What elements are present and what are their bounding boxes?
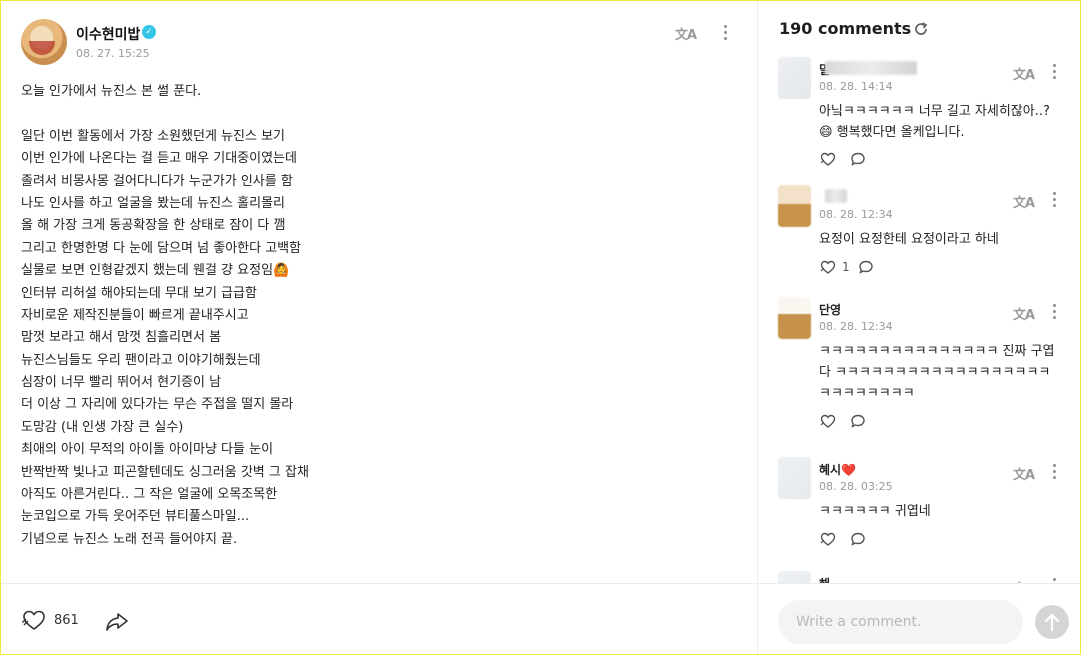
commenter-avatar[interactable]	[778, 185, 811, 227]
share-icon[interactable]	[104, 609, 130, 633]
post-body-line: 아직도 아른거린다.. 그 작은 얼굴에 오목조목한	[21, 487, 278, 503]
translate-icon[interactable]: 文A	[1013, 64, 1035, 83]
more-vertical-icon[interactable]	[1050, 304, 1058, 322]
commenter-avatar[interactable]	[778, 297, 811, 339]
reply-icon[interactable]	[858, 259, 874, 275]
translate-icon[interactable]: 文A	[1013, 192, 1035, 211]
reply-icon[interactable]	[850, 151, 866, 167]
commenter-name[interactable]: 혜시❤️	[819, 459, 919, 477]
post-body-line: 맘껏 보라고 해서 맘껏 침흘리면서 봄	[21, 330, 222, 346]
comment-item: 밀 08. 28. 14:14 아닠ㅋㅋㅋㅋㅋㅋ 너무 길고 자세히잖아..? …	[759, 53, 1080, 179]
heart-icon[interactable]	[819, 151, 837, 167]
commenter-avatar[interactable]	[778, 571, 811, 583]
comment-text: 아닠ㅋㅋㅋㅋㅋㅋ 너무 길고 자세히잖아..? 😄 행복했다면 올케입니다.	[819, 104, 1050, 140]
post-body-line: 기념으로 뉴진스 노래 전곡 들어야지 끝.	[21, 531, 238, 547]
name-blur-mask	[825, 189, 847, 203]
comment-date: 08. 28. 03:25	[819, 480, 893, 493]
heart-icon[interactable]	[819, 259, 837, 275]
post-body-line: 도망감 (내 인생 가장 큰 실수)	[21, 419, 184, 435]
translate-icon[interactable]: 文A	[1013, 304, 1035, 323]
reply-icon[interactable]	[850, 413, 866, 429]
post-body-line: 반짝반짝 빛나고 피곤할텐데도 싱그러움 갓벽 그 잡채	[21, 464, 309, 480]
author-avatar[interactable]	[21, 19, 67, 65]
post-body-line: 올 해 가장 크게 동공확장을 한 상태로 잠이 다 깸	[21, 218, 286, 234]
comment-actions	[819, 531, 919, 551]
comment-date: 08. 28. 12:34	[819, 320, 893, 333]
post-body-line: 이번 인가에 나온다는 걸 듣고 매우 기대중이였는데	[21, 151, 297, 167]
more-vertical-icon[interactable]	[1050, 64, 1058, 82]
post-body-line: 졸려서 비몽사몽 걸어다니다가 누군가가 인사를 함	[21, 173, 293, 189]
comment-actions	[819, 413, 919, 433]
reply-icon[interactable]	[850, 531, 866, 547]
comment-item: 단영 08. 28. 12:34 ㅋㅋㅋㅋㅋㅋㅋㅋㅋㅋㅋㅋㅋㅋㅋ 진짜 구엽다 …	[759, 293, 1080, 441]
commenter-name[interactable]: 단영	[819, 299, 919, 317]
heart-icon[interactable]	[819, 531, 837, 547]
more-vertical-icon[interactable]	[1050, 192, 1058, 210]
comment-item: 08. 28. 12:34 요정이 요정한테 요정이라고 하네 文A 1	[759, 181, 1080, 287]
post-panel: 이수현미밥 ✓ 08. 27. 15:25 文A 오늘 인가에서 뉴진스 본 썰…	[1, 1, 758, 654]
post-footer: 861	[1, 583, 758, 654]
post-body-line: 자비로운 제작진분들이 빠르게 끝내주시고	[21, 307, 249, 323]
post-body-line: 인터뷰 리허설 해야되는데 무대 보기 급급함	[21, 285, 257, 301]
commenter-name[interactable]: 밀	[819, 59, 919, 77]
comment-input[interactable]	[778, 600, 1023, 644]
commenter-avatar[interactable]	[778, 57, 811, 99]
post-body-line: 최애의 아이 무적의 아이돌 아이마냥 다들 눈이	[21, 442, 274, 458]
post-body-line: 뉴진스님들도 우리 팬이라고 이야기해줬는데	[21, 352, 261, 368]
comments-count-header: 190 comments	[779, 19, 912, 38]
comment-actions: 1	[819, 259, 919, 279]
post-body: 오늘 인가에서 뉴진스 본 썰 푼다. 일단 이번 활동에서 가장 소원했던게 뉴…	[21, 81, 721, 551]
post-author-row: 이수현미밥 ✓ 08. 27. 15:25 文A	[21, 19, 741, 67]
refresh-icon[interactable]	[913, 21, 929, 37]
comment-like-count: 1	[842, 260, 850, 274]
post-body-line: 그리고 한명한명 다 눈에 담으며 넘 좋아한다 고백함	[21, 240, 302, 256]
commenter-avatar[interactable]	[778, 457, 811, 499]
translate-icon[interactable]: 文A	[675, 24, 697, 43]
verified-badge-icon: ✓	[142, 25, 156, 39]
comment-date: 08. 28. 12:34	[819, 208, 893, 221]
comment-text: ㅋㅋㅋㅋㅋㅋ 귀엽네	[819, 504, 931, 519]
arrow-up-icon	[1044, 613, 1060, 632]
translate-icon[interactable]: 文A	[1013, 464, 1035, 483]
post-body-line: 오늘 인가에서 뉴진스 본 썰 푼다.	[21, 84, 202, 99]
commenter-name[interactable]: 해	[819, 573, 919, 583]
post-body-line: 일단 이번 활동에서 가장 소원했던게 뉴진스 보기	[21, 128, 285, 144]
comment-text: 요정이 요정한테 요정이라고 하네	[819, 232, 999, 247]
name-blur-mask	[825, 61, 917, 75]
comments-panel: 190 comments 밀 08. 28. 14:14 아닠ㅋㅋㅋㅋㅋㅋ 너무…	[759, 1, 1080, 654]
heart-icon[interactable]	[819, 413, 837, 429]
commenter-name-text: 단영	[819, 303, 842, 317]
more-vertical-icon[interactable]	[1050, 464, 1058, 482]
post-body-line: 눈코입으로 가득 웃어주던 뷰티풀스마일...	[21, 509, 250, 525]
like-count: 861	[54, 613, 79, 628]
post-body-line: 심장이 너무 빨리 뛰어서 현기증이 남	[21, 375, 222, 391]
comment-list[interactable]: 밀 08. 28. 14:14 아닠ㅋㅋㅋㅋㅋㅋ 너무 길고 자세히잖아..? …	[759, 53, 1080, 583]
commenter-name-text: 혜시❤️	[819, 463, 857, 477]
commenter-name[interactable]	[819, 187, 919, 203]
post-body-line: 더 이상 그 자리에 있다가는 무슨 주접을 떨지 몰라	[21, 397, 294, 413]
author-name[interactable]: 이수현미밥	[76, 24, 140, 44]
comment-item: 해 文A	[759, 567, 1080, 583]
post-body-line: 나도 인사를 하고 얼굴을 봤는데 뉴진스 홀리몰리	[21, 195, 285, 211]
post-date: 08. 27. 15:25	[76, 47, 150, 60]
post-body-line	[21, 103, 721, 125]
comment-input-bar	[759, 583, 1080, 654]
comment-date: 08. 28. 14:14	[819, 80, 893, 93]
more-vertical-icon[interactable]	[721, 25, 729, 43]
heart-icon[interactable]	[21, 608, 47, 632]
send-button[interactable]	[1035, 605, 1069, 639]
comment-text: ㅋㅋㅋㅋㅋㅋㅋㅋㅋㅋㅋㅋㅋㅋㅋ 진짜 구엽다 ㅋㅋㅋㅋㅋㅋㅋㅋㅋㅋㅋㅋㅋㅋㅋㅋㅋ…	[819, 344, 1055, 401]
comment-actions	[819, 151, 919, 171]
comment-item: 혜시❤️ 08. 28. 03:25 ㅋㅋㅋㅋㅋㅋ 귀엽네 文A	[759, 453, 1080, 559]
post-body-line: 실물로 보면 인형같겠지 했는데 웬걸 걍 요정임🙆	[21, 263, 290, 279]
